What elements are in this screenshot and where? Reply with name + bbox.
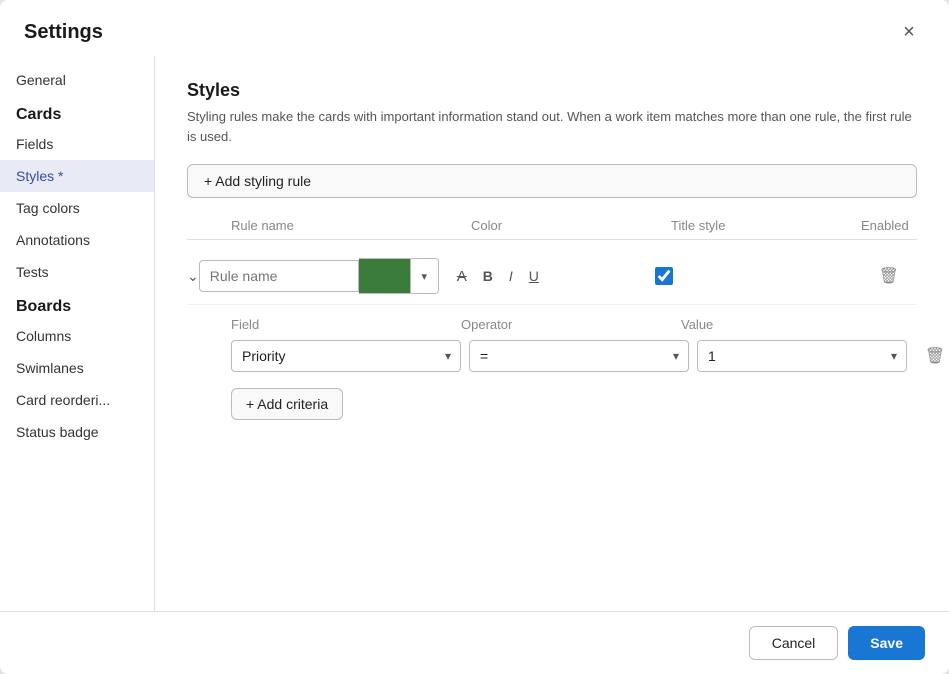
criteria-col-delete (891, 317, 931, 332)
add-styling-rule-button[interactable]: + Add styling rule (187, 164, 917, 198)
value-select-wrapper: 1 2 3 4 5 (697, 340, 907, 372)
delete-rule-button[interactable]: 🗑 (829, 262, 949, 290)
save-button[interactable]: Save (848, 626, 925, 660)
modal-title: Settings (24, 21, 103, 44)
operator-select-wrapper: = != > < contains (469, 340, 689, 372)
sidebar-item-status-badge[interactable]: Status badge (0, 416, 154, 448)
sidebar-item-styles[interactable]: Styles * (0, 160, 154, 192)
sidebar-item-tag-colors[interactable]: Tag colors (0, 192, 154, 224)
sidebar-section-boards: Boards (0, 288, 154, 320)
rule-name-input[interactable] (199, 260, 359, 292)
sidebar-section-cards: Cards (0, 96, 154, 128)
sidebar-item-tests[interactable]: Tests (0, 256, 154, 288)
color-picker-button[interactable]: ▾ (359, 258, 439, 294)
content-area: Styles Styling rules make the cards with… (155, 56, 949, 611)
table-header: Rule name Color Title style Enabled (187, 218, 917, 240)
criteria-header: Field Operator Value (231, 317, 917, 332)
col-header-title-style: Title style (671, 218, 861, 233)
content-title: Styles (187, 80, 917, 101)
criteria-section: Field Operator Value Priority Status Ass… (231, 317, 917, 420)
criteria-col-field: Field (231, 317, 461, 332)
col-header-color: Color (471, 218, 671, 233)
add-criteria-button[interactable]: + Add criteria (231, 388, 343, 420)
enabled-cell (639, 267, 829, 285)
modal-footer: Cancel Save (0, 611, 949, 674)
rule-fields: ▾ A B I U 🗑 (199, 258, 949, 294)
rule-name-color-group: ▾ (199, 258, 439, 294)
field-select[interactable]: Priority Status Assignee Title Type (231, 340, 461, 372)
italic-button[interactable]: I (503, 264, 519, 288)
bold-button[interactable]: B (477, 264, 499, 288)
value-select[interactable]: 1 2 3 4 5 (697, 340, 907, 372)
settings-modal: Settings × General Cards Fields Styles *… (0, 0, 949, 674)
sidebar-item-general[interactable]: General (0, 64, 154, 96)
enabled-checkbox[interactable] (655, 267, 673, 285)
criteria-col-operator: Operator (461, 317, 681, 332)
sidebar-item-fields[interactable]: Fields (0, 128, 154, 160)
close-button[interactable]: × (893, 16, 925, 48)
col-header-rule-name: Rule name (231, 218, 471, 233)
strikethrough-button[interactable]: A (451, 264, 473, 289)
sidebar-item-swimlanes[interactable]: Swimlanes (0, 352, 154, 384)
underline-button[interactable]: U (523, 264, 545, 288)
rule-expand-button[interactable]: ⌄ (187, 258, 199, 285)
color-swatch (359, 259, 410, 293)
sidebar: General Cards Fields Styles * Tag colors… (0, 56, 155, 611)
col-header-enabled: Enabled (861, 218, 949, 233)
sidebar-item-card-reordering[interactable]: Card reorderi... (0, 384, 154, 416)
title-style-group: A B I U (439, 264, 639, 289)
sidebar-item-columns[interactable]: Columns (0, 320, 154, 352)
color-dropdown-arrow-icon: ▾ (410, 259, 438, 293)
rule-row: ⌄ ▾ A B I U (187, 248, 917, 305)
delete-criteria-button[interactable]: 🗑 (915, 342, 949, 370)
content-description: Styling rules make the cards with import… (187, 107, 917, 146)
criteria-row: Priority Status Assignee Title Type = !=… (231, 340, 917, 372)
sidebar-item-annotations[interactable]: Annotations (0, 224, 154, 256)
operator-select[interactable]: = != > < contains (469, 340, 689, 372)
modal-header: Settings × (0, 0, 949, 56)
cancel-button[interactable]: Cancel (749, 626, 839, 660)
field-select-wrapper: Priority Status Assignee Title Type (231, 340, 461, 372)
criteria-col-value: Value (681, 317, 891, 332)
modal-body: General Cards Fields Styles * Tag colors… (0, 56, 949, 611)
